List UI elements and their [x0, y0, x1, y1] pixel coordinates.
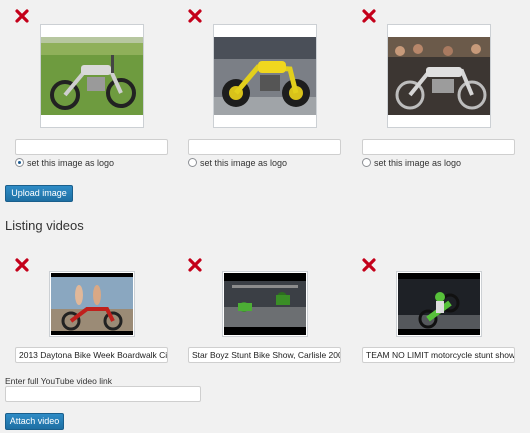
delete-video-3-icon[interactable]	[362, 258, 376, 272]
logo-radio-row-1[interactable]: set this image as logo	[15, 157, 114, 169]
logo-radio-2[interactable]	[188, 158, 197, 167]
motorcycle-photo-2	[214, 37, 316, 115]
video-thumbnail-3[interactable]	[396, 271, 482, 337]
logo-radio-label-2: set this image as logo	[200, 158, 288, 168]
motorcycle-photo-3	[388, 37, 490, 115]
image-thumbnail-3[interactable]	[387, 24, 491, 128]
logo-radio-3[interactable]	[362, 158, 371, 167]
video-frame-1	[51, 273, 133, 335]
attach-video-button[interactable]: Attach video	[5, 413, 64, 430]
delete-video-2-icon[interactable]	[188, 258, 202, 272]
image-caption-input-2[interactable]	[188, 139, 341, 155]
upload-image-button[interactable]: Upload image	[5, 185, 73, 202]
delete-image-3-icon[interactable]	[362, 9, 376, 23]
video-frame-2	[224, 273, 306, 335]
logo-radio-row-3[interactable]: set this image as logo	[362, 157, 461, 169]
video-frame-3	[398, 273, 480, 335]
youtube-link-label: Enter full YouTube video link	[5, 376, 112, 386]
delete-image-1-icon[interactable]	[15, 9, 29, 23]
image-caption-input-1[interactable]	[15, 139, 168, 155]
motorcycle-photo-1	[41, 37, 143, 115]
video-thumbnail-2[interactable]	[222, 271, 308, 337]
delete-video-1-icon[interactable]	[15, 258, 29, 272]
image-thumbnail-1[interactable]	[40, 24, 144, 128]
image-thumbnail-2[interactable]	[213, 24, 317, 128]
video-title-input-1[interactable]: 2013 Daytona Bike Week Boardwalk Ci	[15, 347, 168, 363]
video-thumbnail-1[interactable]	[49, 271, 135, 337]
logo-radio-row-2[interactable]: set this image as logo	[188, 157, 287, 169]
logo-radio-1[interactable]	[15, 158, 24, 167]
logo-radio-label-3: set this image as logo	[374, 158, 462, 168]
image-caption-input-3[interactable]	[362, 139, 515, 155]
listing-videos-heading: Listing videos	[5, 218, 84, 233]
video-title-input-2[interactable]: Star Boyz Stunt Bike Show, Carlisle 200	[188, 347, 341, 363]
youtube-link-input[interactable]	[5, 386, 201, 402]
video-title-input-3[interactable]: TEAM NO LIMIT motorcycle stunt show.	[362, 347, 515, 363]
logo-radio-label-1: set this image as logo	[27, 158, 115, 168]
delete-image-2-icon[interactable]	[188, 9, 202, 23]
